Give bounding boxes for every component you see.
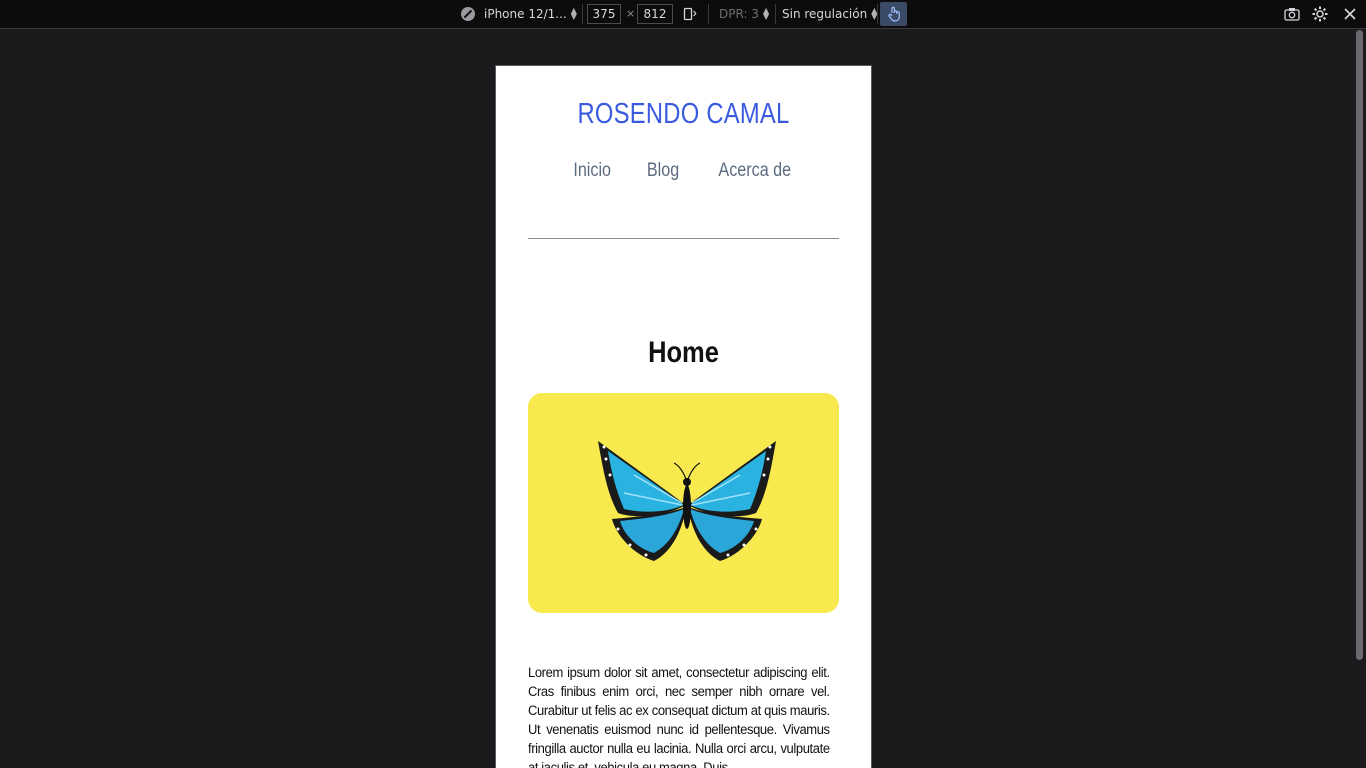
butterfly-illustration xyxy=(598,441,776,561)
viewport-width-input[interactable]: 375 xyxy=(587,4,621,24)
network-throttle-selector[interactable]: Sin regulación ▲ ▼ xyxy=(782,0,877,28)
rotate-icon[interactable] xyxy=(683,7,697,21)
dpr-label: DPR: 3 xyxy=(719,7,759,21)
toolbar-separator xyxy=(775,4,776,24)
device-selector[interactable]: iPhone 12/1... ▲ ▼ xyxy=(461,0,577,28)
dimension-separator: × xyxy=(626,7,636,20)
mobile-viewport: ROSENDO CAMAL Inicio Blog Acerca de Home xyxy=(495,65,872,768)
viewport-height-input[interactable]: 812 xyxy=(637,4,673,24)
chevron-updown-icon: ▲ ▼ xyxy=(570,6,577,21)
dpr-selector[interactable]: DPR: 3 ▲ ▼ xyxy=(719,0,769,28)
nav-item-blog[interactable]: Blog xyxy=(647,160,679,182)
site-title[interactable]: ROSENDO CAMAL xyxy=(530,98,838,131)
nav-item-inicio[interactable]: Inicio xyxy=(573,160,611,182)
settings-icon[interactable] xyxy=(1312,6,1328,22)
touch-simulation-button[interactable] xyxy=(880,2,907,26)
toolbar-separator xyxy=(877,4,878,24)
toolbar-separator xyxy=(708,4,709,24)
scrollbar-thumb[interactable] xyxy=(1356,30,1363,660)
hero-image xyxy=(528,393,839,613)
nav-item-acerca-de[interactable]: Acerca de xyxy=(718,160,791,182)
throttle-label: Sin regulación xyxy=(782,7,868,21)
page-title: Home xyxy=(648,336,719,369)
toolbar-separator xyxy=(582,4,583,24)
device-selector-label: iPhone 12/1... xyxy=(484,7,567,21)
browser-compass-icon xyxy=(461,7,475,21)
touch-icon xyxy=(887,6,900,22)
responsive-design-toolbar: iPhone 12/1... ▲ ▼ 375 × 812 DPR: 3 ▲ ▼ Si… xyxy=(0,0,1366,29)
screenshot-icon[interactable] xyxy=(1284,6,1300,22)
header-divider xyxy=(528,238,839,239)
chevron-updown-icon: ▲ ▼ xyxy=(762,6,770,21)
main-nav: Inicio Blog Acerca de xyxy=(496,160,871,182)
close-icon[interactable] xyxy=(1342,6,1358,22)
intro-paragraph: Lorem ipsum dolor sit amet, consectetur … xyxy=(528,665,830,768)
